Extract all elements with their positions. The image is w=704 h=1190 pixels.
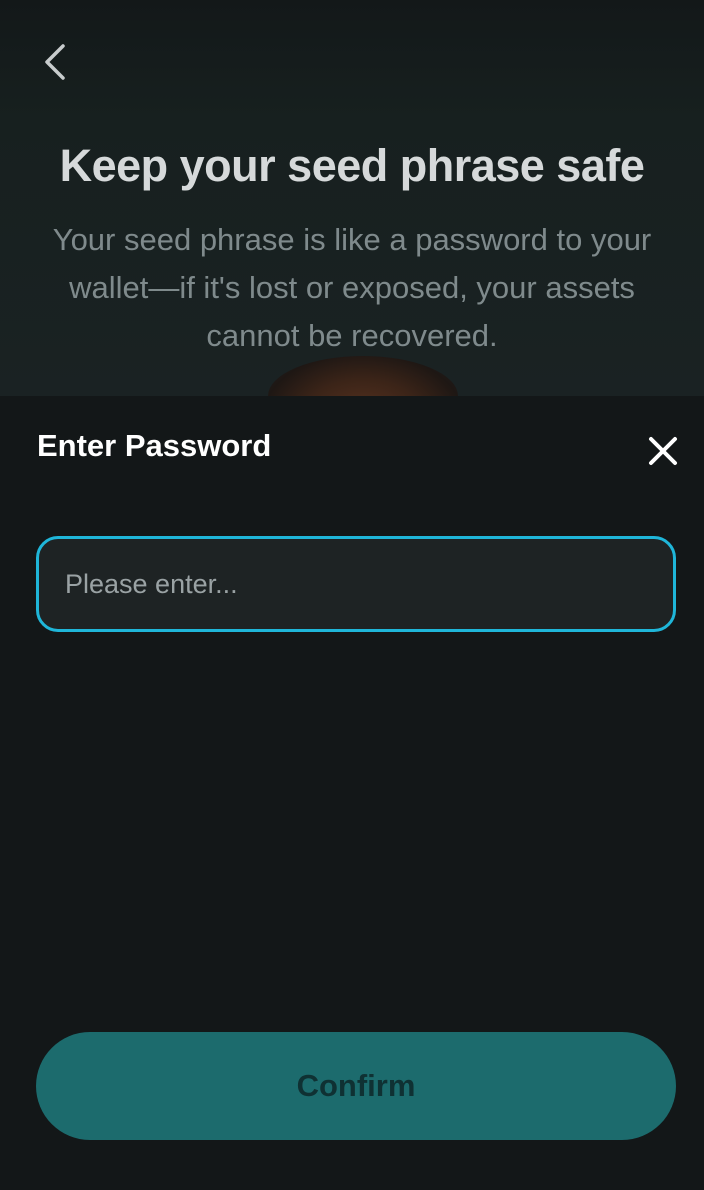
password-input[interactable] — [65, 539, 673, 629]
close-button[interactable] — [640, 428, 686, 474]
page-title: Keep your seed phrase safe — [59, 140, 645, 191]
confirm-button[interactable]: Confirm — [36, 1032, 676, 1140]
page-subtitle: Your seed phrase is like a password to y… — [52, 222, 652, 353]
close-icon — [649, 437, 677, 465]
back-button[interactable] — [30, 38, 78, 86]
chevron-left-icon — [45, 44, 65, 80]
screen: Keep your seed phrase safe Your seed phr… — [0, 0, 704, 1190]
background-page: Keep your seed phrase safe Your seed phr… — [0, 0, 704, 436]
password-field[interactable] — [36, 536, 676, 632]
sheet-title: Enter Password — [37, 428, 272, 463]
password-sheet: Enter Password Confirm — [0, 396, 704, 1190]
